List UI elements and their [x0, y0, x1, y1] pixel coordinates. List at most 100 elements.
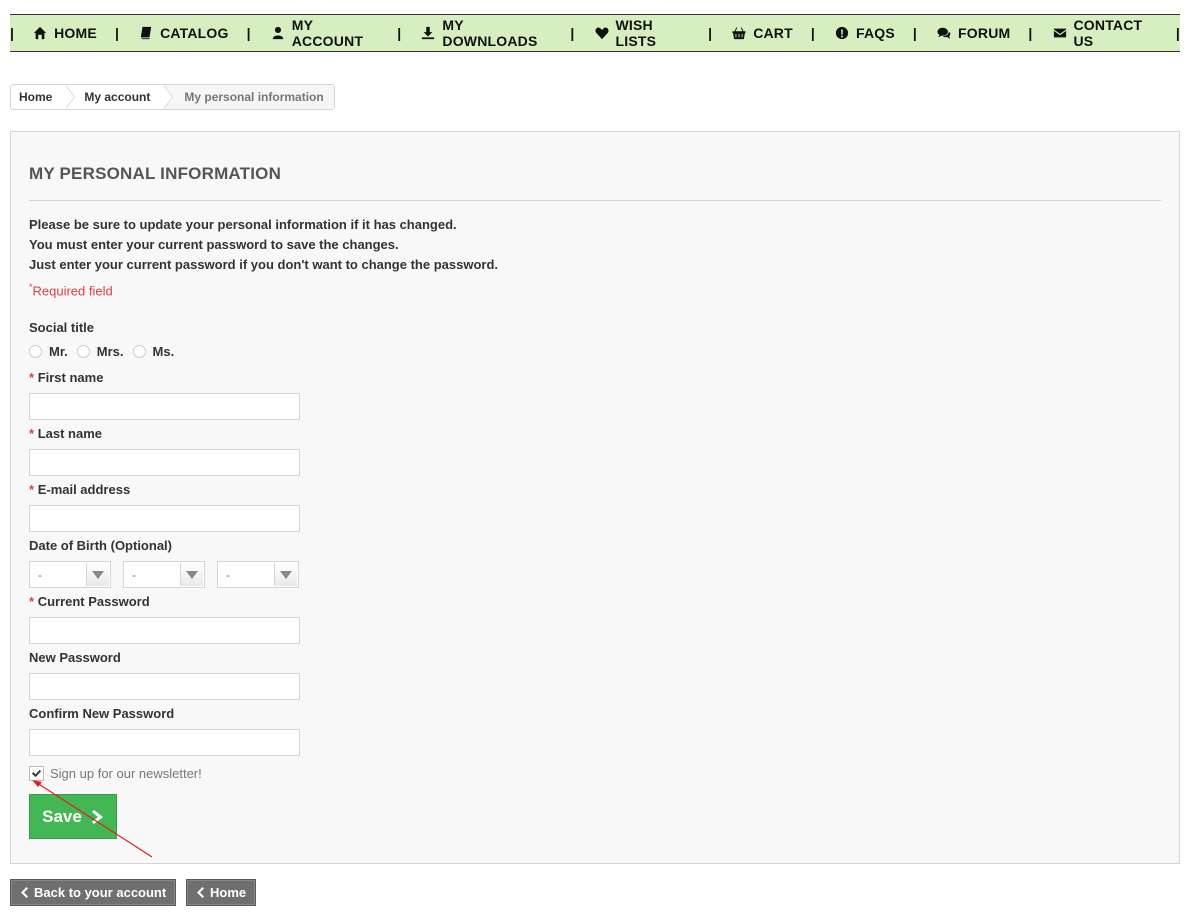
nav-label: HOME [54, 25, 97, 41]
nav-label: CONTACT US [1073, 17, 1143, 49]
social-title-group: Mr. Mrs. Ms. [29, 344, 183, 359]
current-password-label: * Current Password [29, 594, 150, 609]
radio-circle[interactable] [76, 345, 90, 358]
chevron-right-icon [91, 809, 103, 824]
home-button[interactable]: Home [186, 879, 257, 906]
chevron-down-icon[interactable] [86, 563, 109, 586]
save-button[interactable]: Save [29, 794, 117, 839]
nav-wish-lists[interactable]: WISH LISTS [595, 17, 691, 49]
intro-text: Please be sure to update your personal i… [29, 215, 498, 275]
breadcrumb-current-label: My personal information [184, 90, 324, 104]
nav-my-account[interactable]: MY ACCOUNT [271, 17, 380, 49]
exclamation-circle-icon [835, 26, 849, 40]
radio-ms[interactable]: Ms. [132, 344, 174, 359]
page-title: MY PERSONAL INFORMATION [29, 164, 282, 183]
main-navigation: | HOME | CATALOG | MY ACCOUNT | MY DOWNL… [10, 14, 1180, 52]
nav-label: FORUM [958, 25, 1011, 41]
required-marker: * [29, 482, 35, 497]
chevron-down-icon[interactable] [274, 563, 297, 586]
chevron-down-icon[interactable] [180, 563, 203, 586]
breadcrumb-separator [65, 85, 76, 109]
nav-label: FAQS [856, 25, 895, 41]
nav-cart[interactable]: CART [732, 25, 793, 41]
back-to-account-button[interactable]: Back to your account [10, 879, 177, 906]
required-marker: * [29, 426, 35, 441]
nav-home[interactable]: HOME [33, 25, 97, 41]
nav-separator: | [10, 25, 15, 41]
first-name-field[interactable] [29, 393, 300, 420]
chevron-left-icon [197, 887, 204, 898]
checkmark-icon [31, 769, 42, 778]
nav-faqs[interactable]: FAQS [835, 25, 895, 41]
nav-separator: | [114, 25, 120, 41]
intro-line: Please be sure to update your personal i… [29, 217, 457, 232]
required-marker: * [29, 594, 35, 609]
nav-label: CATALOG [160, 25, 229, 41]
home-icon [33, 26, 47, 40]
save-button-label: Save [42, 806, 82, 826]
breadcrumb-home[interactable]: Home [11, 85, 76, 109]
personal-info-panel: MY PERSONAL INFORMATION Please be sure t… [10, 131, 1180, 864]
email-label-text: E-mail address [37, 482, 131, 497]
nav-label: MY ACCOUNT [291, 17, 364, 49]
confirm-password-field[interactable] [29, 729, 300, 756]
nav-separator: | [397, 25, 402, 41]
current-password-label-text: Current Password [37, 594, 150, 609]
nav-separator: | [1175, 25, 1180, 41]
dob-day-select[interactable]: - [29, 561, 111, 588]
last-name-field[interactable] [29, 449, 300, 476]
email-label: * E-mail address [29, 482, 130, 497]
dob-day-value: - [38, 567, 42, 582]
breadcrumb-home-label: Home [19, 90, 53, 104]
breadcrumb-my-account[interactable]: My account [66, 85, 174, 109]
nav-separator: | [1028, 25, 1033, 41]
breadcrumb-current: My personal information [164, 85, 334, 109]
user-icon [271, 26, 285, 40]
nav-separator: | [912, 25, 918, 41]
comments-icon [937, 26, 951, 40]
radio-circle[interactable] [29, 345, 42, 358]
nav-label: WISH LISTS [615, 17, 657, 49]
book-icon [139, 26, 153, 40]
back-to-account-label: Back to your account [34, 885, 167, 900]
required-marker: * [29, 370, 35, 385]
dob-year-select[interactable]: - [217, 561, 299, 588]
intro-line: Just enter your current password if you … [29, 257, 498, 272]
heart-icon [595, 26, 609, 40]
breadcrumb-separator [163, 85, 174, 109]
dob-month-value: - [132, 567, 136, 582]
newsletter-checkbox[interactable] [29, 766, 44, 781]
dob-label: Date of Birth (Optional) [29, 538, 172, 553]
social-title-label: Social title [29, 320, 95, 335]
radio-mr[interactable]: Mr. [29, 344, 68, 359]
current-password-field[interactable] [29, 617, 300, 644]
nav-my-downloads[interactable]: MY DOWNLOADS [421, 17, 552, 49]
nav-contact-us[interactable]: CONTACT US [1053, 17, 1158, 49]
nav-label: CART [753, 25, 793, 41]
last-name-label: * Last name [29, 426, 102, 441]
required-field-note: *Required field [29, 282, 113, 298]
newsletter-option[interactable]: Sign up for our newsletter! [29, 766, 202, 781]
radio-circle[interactable] [132, 345, 146, 358]
dob-month-select[interactable]: - [123, 561, 205, 588]
newsletter-label: Sign up for our newsletter! [50, 766, 202, 781]
nav-catalog[interactable]: CATALOG [139, 25, 229, 41]
basket-icon [732, 26, 746, 40]
radio-mrs[interactable]: Mrs. [76, 344, 124, 359]
nav-separator: | [570, 25, 575, 41]
title-divider [29, 200, 1161, 201]
first-name-label: * First name [29, 370, 103, 385]
chevron-left-icon [21, 887, 28, 898]
email-field[interactable] [29, 505, 300, 532]
nav-separator: | [810, 25, 815, 41]
dob-year-value: - [226, 567, 230, 582]
new-password-field[interactable] [29, 673, 300, 700]
nav-forum[interactable]: FORUM [937, 25, 1010, 41]
home-button-label: Home [210, 885, 247, 900]
download-icon [421, 26, 435, 40]
intro-line: You must enter your current password to … [29, 237, 399, 252]
radio-label: Mrs. [96, 344, 124, 359]
confirm-password-label: Confirm New Password [29, 706, 175, 721]
breadcrumb: Home My account My personal information [10, 84, 335, 110]
nav-label: MY DOWNLOADS [442, 17, 538, 49]
